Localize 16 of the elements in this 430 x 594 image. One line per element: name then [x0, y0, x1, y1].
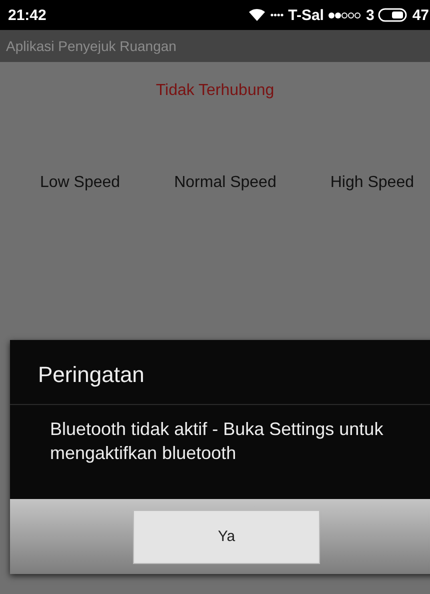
speed-button[interactable]: High Speed [330, 174, 414, 192]
battery-percent: 47 [412, 6, 429, 24]
signal-strength-icon [328, 12, 362, 18]
app-title: Aplikasi Penyejuk Ruangan [6, 38, 176, 54]
confirm-button[interactable]: Ya [133, 510, 320, 564]
connection-status: Tidak Terhubung [154, 82, 276, 100]
wifi-icon [248, 8, 266, 22]
dialog-message: Bluetooth tidak aktif - Buka Settings untuk mengaktifkan bluetooth [49, 418, 384, 465]
network-type: 3 [366, 6, 374, 24]
signal-dots-icon [270, 13, 284, 17]
battery-icon [378, 8, 408, 22]
carrier-name: T-Sal [288, 6, 324, 24]
dialog-title: Peringatan [10, 340, 430, 405]
speed-button[interactable]: Normal Speed [174, 174, 276, 192]
clock-time: 21:42 [8, 6, 46, 24]
speed-button[interactable]: Low Speed [40, 174, 120, 192]
